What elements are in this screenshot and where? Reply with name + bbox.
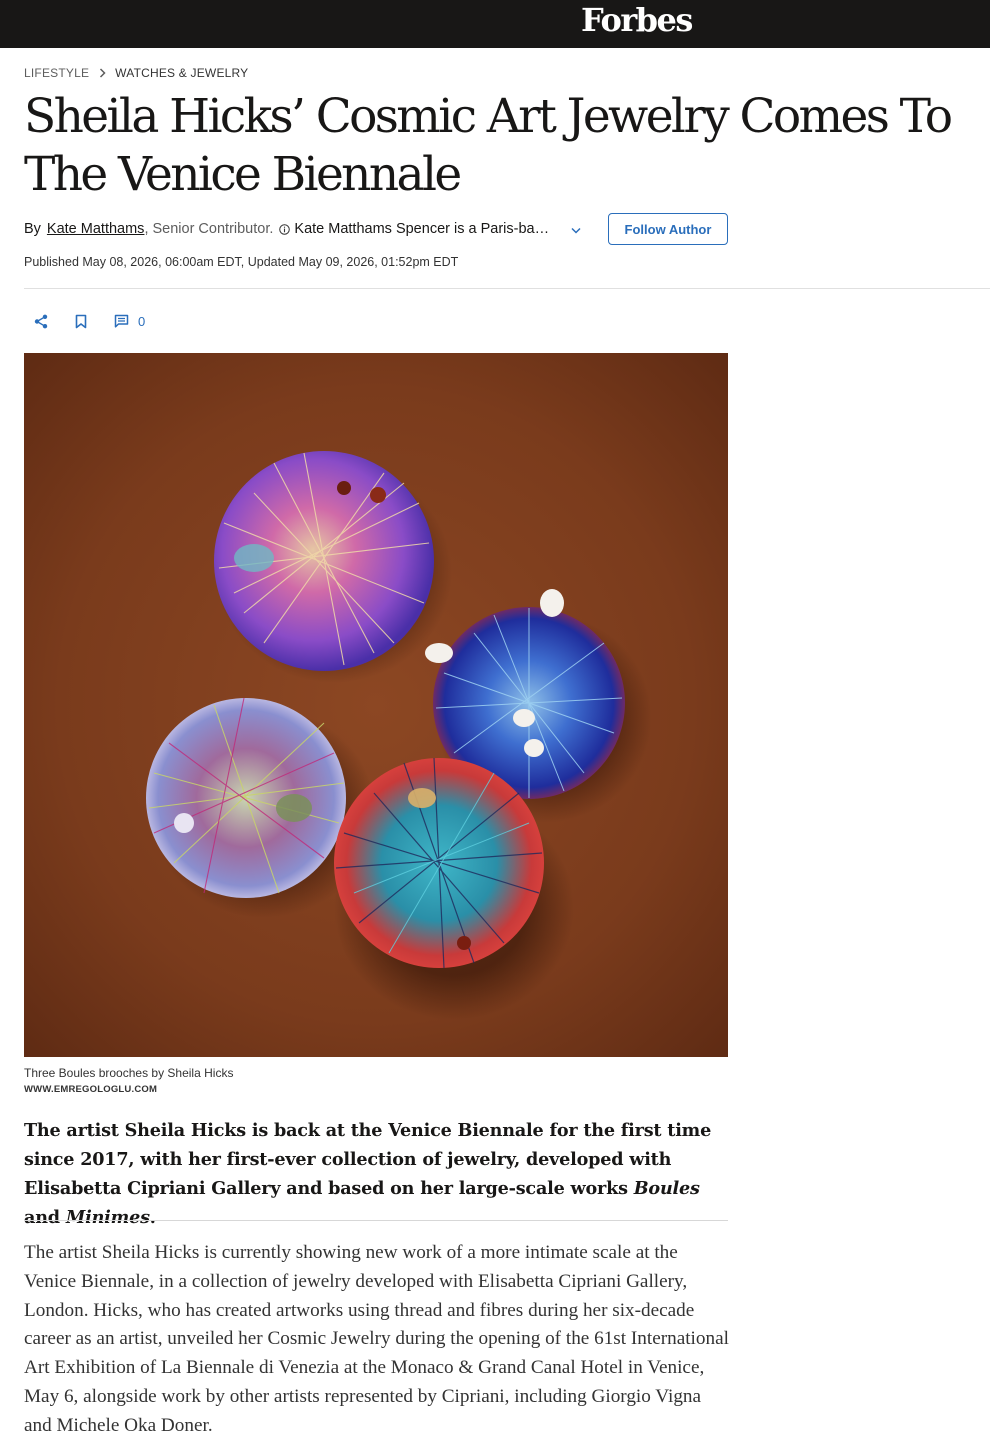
breadcrumb: LIFESTYLE WATCHES & JEWELRY	[24, 65, 248, 81]
follow-author-button[interactable]: Follow Author	[608, 213, 728, 245]
chevron-down-icon[interactable]	[568, 222, 584, 238]
image-credit: WWW.EMREGOLOGLU.COM	[24, 1084, 158, 1095]
article-lede: The artist Sheila Hicks is back at the V…	[24, 1116, 728, 1232]
author-link[interactable]: Kate Matthams	[47, 221, 145, 237]
article-actions: 0	[32, 311, 145, 331]
byline: By Kate Matthams , Senior Contributor. K…	[24, 218, 550, 240]
byline-prefix: By	[24, 221, 41, 237]
publish-date: Published May 08, 2026, 06:00am EDT, Upd…	[24, 255, 459, 269]
comment-icon[interactable]	[112, 312, 130, 330]
author-bio: Kate Matthams Spencer is a Paris-based j…	[294, 221, 551, 237]
top-navigation-bar: Forbes	[0, 0, 990, 48]
lede-divider	[24, 1220, 728, 1221]
lede-work-boules: Boules	[633, 1178, 700, 1199]
bookmark-icon[interactable]	[72, 312, 90, 330]
comment-count[interactable]: 0	[138, 314, 145, 329]
forbes-logo[interactable]: Forbes	[581, 0, 693, 40]
lede-work-minimes: Minimes	[65, 1207, 150, 1228]
author-role: , Senior Contributor.	[144, 221, 274, 237]
info-icon	[279, 223, 291, 235]
lede-end: .	[149, 1207, 156, 1228]
share-icon[interactable]	[32, 312, 50, 330]
breadcrumb-watches-jewelry-link[interactable]: WATCHES & JEWELRY	[115, 66, 248, 80]
header-divider	[24, 288, 990, 289]
article-body-paragraph: The artist Sheila Hicks is currently sho…	[24, 1242, 729, 1436]
hero-image	[24, 353, 728, 1057]
lede-text: The artist Sheila Hicks is back at the V…	[24, 1120, 712, 1199]
lede-and: and	[24, 1207, 66, 1228]
breadcrumb-lifestyle-link[interactable]: LIFESTYLE	[24, 66, 89, 80]
image-caption: Three Boules brooches by Sheila Hicks	[24, 1066, 234, 1080]
chevron-right-icon	[99, 68, 106, 78]
article-title: Sheila Hicks’ Cosmic Art Jewelry Comes T…	[24, 89, 953, 202]
